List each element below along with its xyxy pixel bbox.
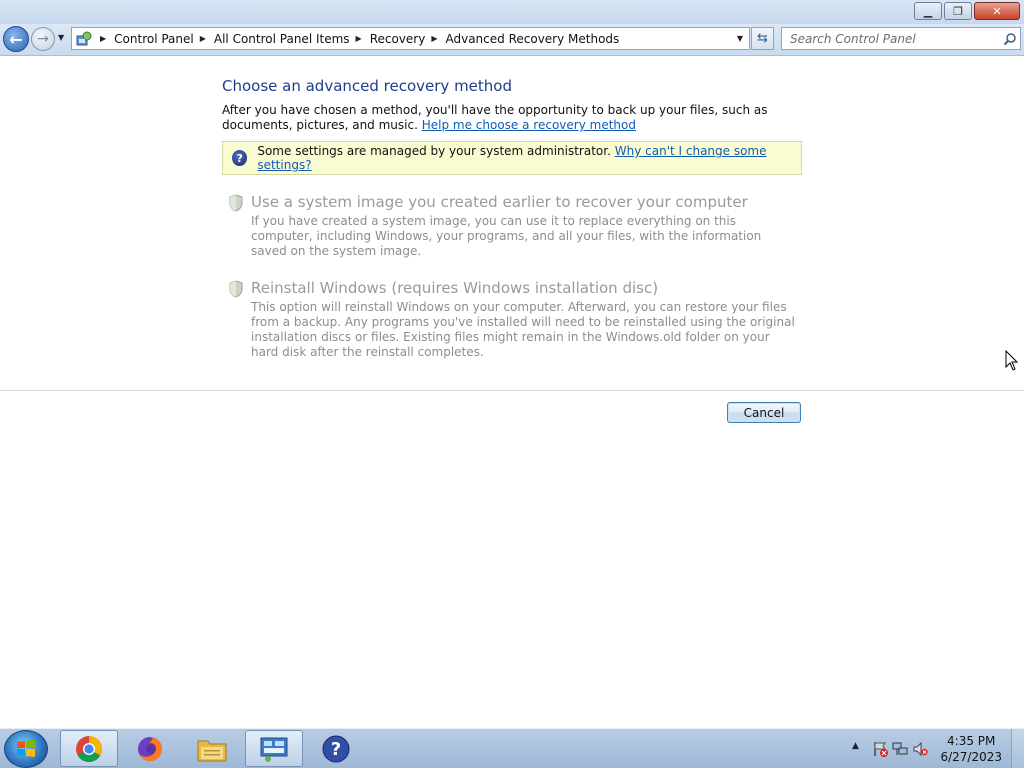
svg-text:?: ? [331, 739, 341, 760]
firefox-icon [138, 736, 162, 761]
option-description: If you have created a system image, you … [251, 214, 762, 258]
breadcrumb-advanced-recovery[interactable]: Advanced Recovery Methods [445, 32, 619, 46]
taskbar-control-panel[interactable] [245, 730, 303, 767]
question-icon: ? [232, 150, 248, 166]
option-description: This option will reinstall Windows on yo… [251, 300, 795, 359]
taskbar-file-explorer[interactable] [183, 730, 241, 767]
system-tray: ▲ 4:35 PM 6/27/2023 [838, 729, 1024, 768]
intro-paragraph: After you have chosen a method, you'll h… [222, 103, 802, 133]
file-explorer-icon [197, 740, 227, 761]
chevron-down-icon: ▼ [58, 33, 65, 42]
clock-date: 6/27/2023 [940, 750, 1002, 764]
help-icon: ? [322, 735, 350, 762]
control-panel-icon [260, 737, 288, 762]
back-button[interactable]: ← [3, 26, 29, 52]
refresh-icon: ⇆ [757, 31, 768, 46]
breadcrumb-recovery[interactable]: Recovery [370, 32, 426, 46]
taskbar-help[interactable]: ? [307, 730, 365, 767]
breadcrumb-separator-icon[interactable]: ▶ [431, 34, 437, 43]
taskbar-chrome[interactable] [60, 730, 118, 767]
start-button[interactable] [4, 730, 48, 768]
window-titlebar: ▁ ❐ ✕ [0, 0, 1024, 24]
option-system-image: Use a system image you created earlier t… [228, 193, 798, 258]
shield-icon [229, 280, 243, 298]
taskbar: ? ▲ 4:35 PM 6/27/2023 [0, 728, 1024, 768]
address-dropdown-button[interactable]: ▼ [731, 28, 749, 49]
breadcrumb-all-items[interactable]: All Control Panel Items [214, 32, 350, 46]
show-desktop-button[interactable] [1011, 729, 1024, 768]
search-icon[interactable] [1000, 29, 1020, 49]
clock[interactable]: 4:35 PM 6/27/2023 [940, 733, 1002, 765]
caption-buttons: ▁ ❐ ✕ [912, 2, 1020, 20]
shield-icon [229, 194, 243, 212]
option-reinstall-windows: Reinstall Windows (requires Windows inst… [228, 279, 798, 359]
chrome-icon [76, 735, 103, 762]
clock-time: 4:35 PM [947, 734, 996, 748]
cancel-button[interactable]: Cancel [727, 402, 801, 423]
close-button[interactable]: ✕ [974, 2, 1020, 20]
volume-muted-icon[interactable] [912, 741, 928, 757]
search-box[interactable]: Search Control Panel [781, 27, 1021, 50]
help-choose-link[interactable]: Help me choose a recovery method [422, 118, 636, 132]
option-title: Use a system image you created earlier t… [251, 193, 748, 211]
breadcrumb-separator-icon[interactable]: ▶ [200, 34, 206, 43]
info-text: Some settings are managed by your system… [257, 144, 801, 172]
admin-info-bar: ? Some settings are managed by your syst… [222, 141, 802, 175]
windows-logo-icon [17, 740, 35, 757]
option-title: Reinstall Windows (requires Windows inst… [251, 279, 659, 297]
taskbar-firefox[interactable] [121, 730, 179, 767]
show-hidden-icons-button[interactable]: ▲ [852, 741, 859, 751]
close-icon: ✕ [992, 4, 1002, 18]
navigation-bar: ← → ▼ ▶ Control Panel ▶ All Control Pane… [0, 24, 1024, 56]
content-area: Choose an advanced recovery method After… [0, 57, 1024, 728]
network-icon[interactable] [892, 741, 908, 757]
breadcrumb-control-panel[interactable]: Control Panel [114, 32, 194, 46]
restore-button[interactable]: ❐ [944, 2, 972, 20]
forward-button[interactable]: → [31, 27, 55, 51]
recent-pages-dropdown[interactable]: ▼ [58, 33, 68, 45]
breadcrumb-separator-icon[interactable]: ▶ [356, 34, 362, 43]
minimize-icon: ▁ [923, 4, 933, 18]
page-title: Choose an advanced recovery method [222, 77, 513, 95]
control-panel-icon [74, 28, 94, 49]
restore-icon: ❐ [953, 4, 963, 18]
chevron-down-icon: ▼ [736, 34, 744, 43]
breadcrumb-separator-icon[interactable]: ▶ [100, 34, 106, 43]
address-bar[interactable]: ▶ Control Panel ▶ All Control Panel Item… [71, 27, 750, 50]
info-message: Some settings are managed by your system… [257, 144, 611, 158]
refresh-button[interactable]: ⇆ [751, 27, 774, 50]
arrow-left-icon: ← [9, 29, 23, 49]
minimize-button[interactable]: ▁ [914, 2, 942, 20]
arrow-right-icon: → [37, 31, 49, 47]
mouse-cursor-icon [1005, 350, 1019, 371]
divider [0, 390, 1024, 391]
main-panel: Choose an advanced recovery method After… [222, 77, 802, 133]
action-center-icon[interactable] [872, 741, 888, 757]
search-input[interactable]: Search Control Panel [790, 32, 1000, 46]
